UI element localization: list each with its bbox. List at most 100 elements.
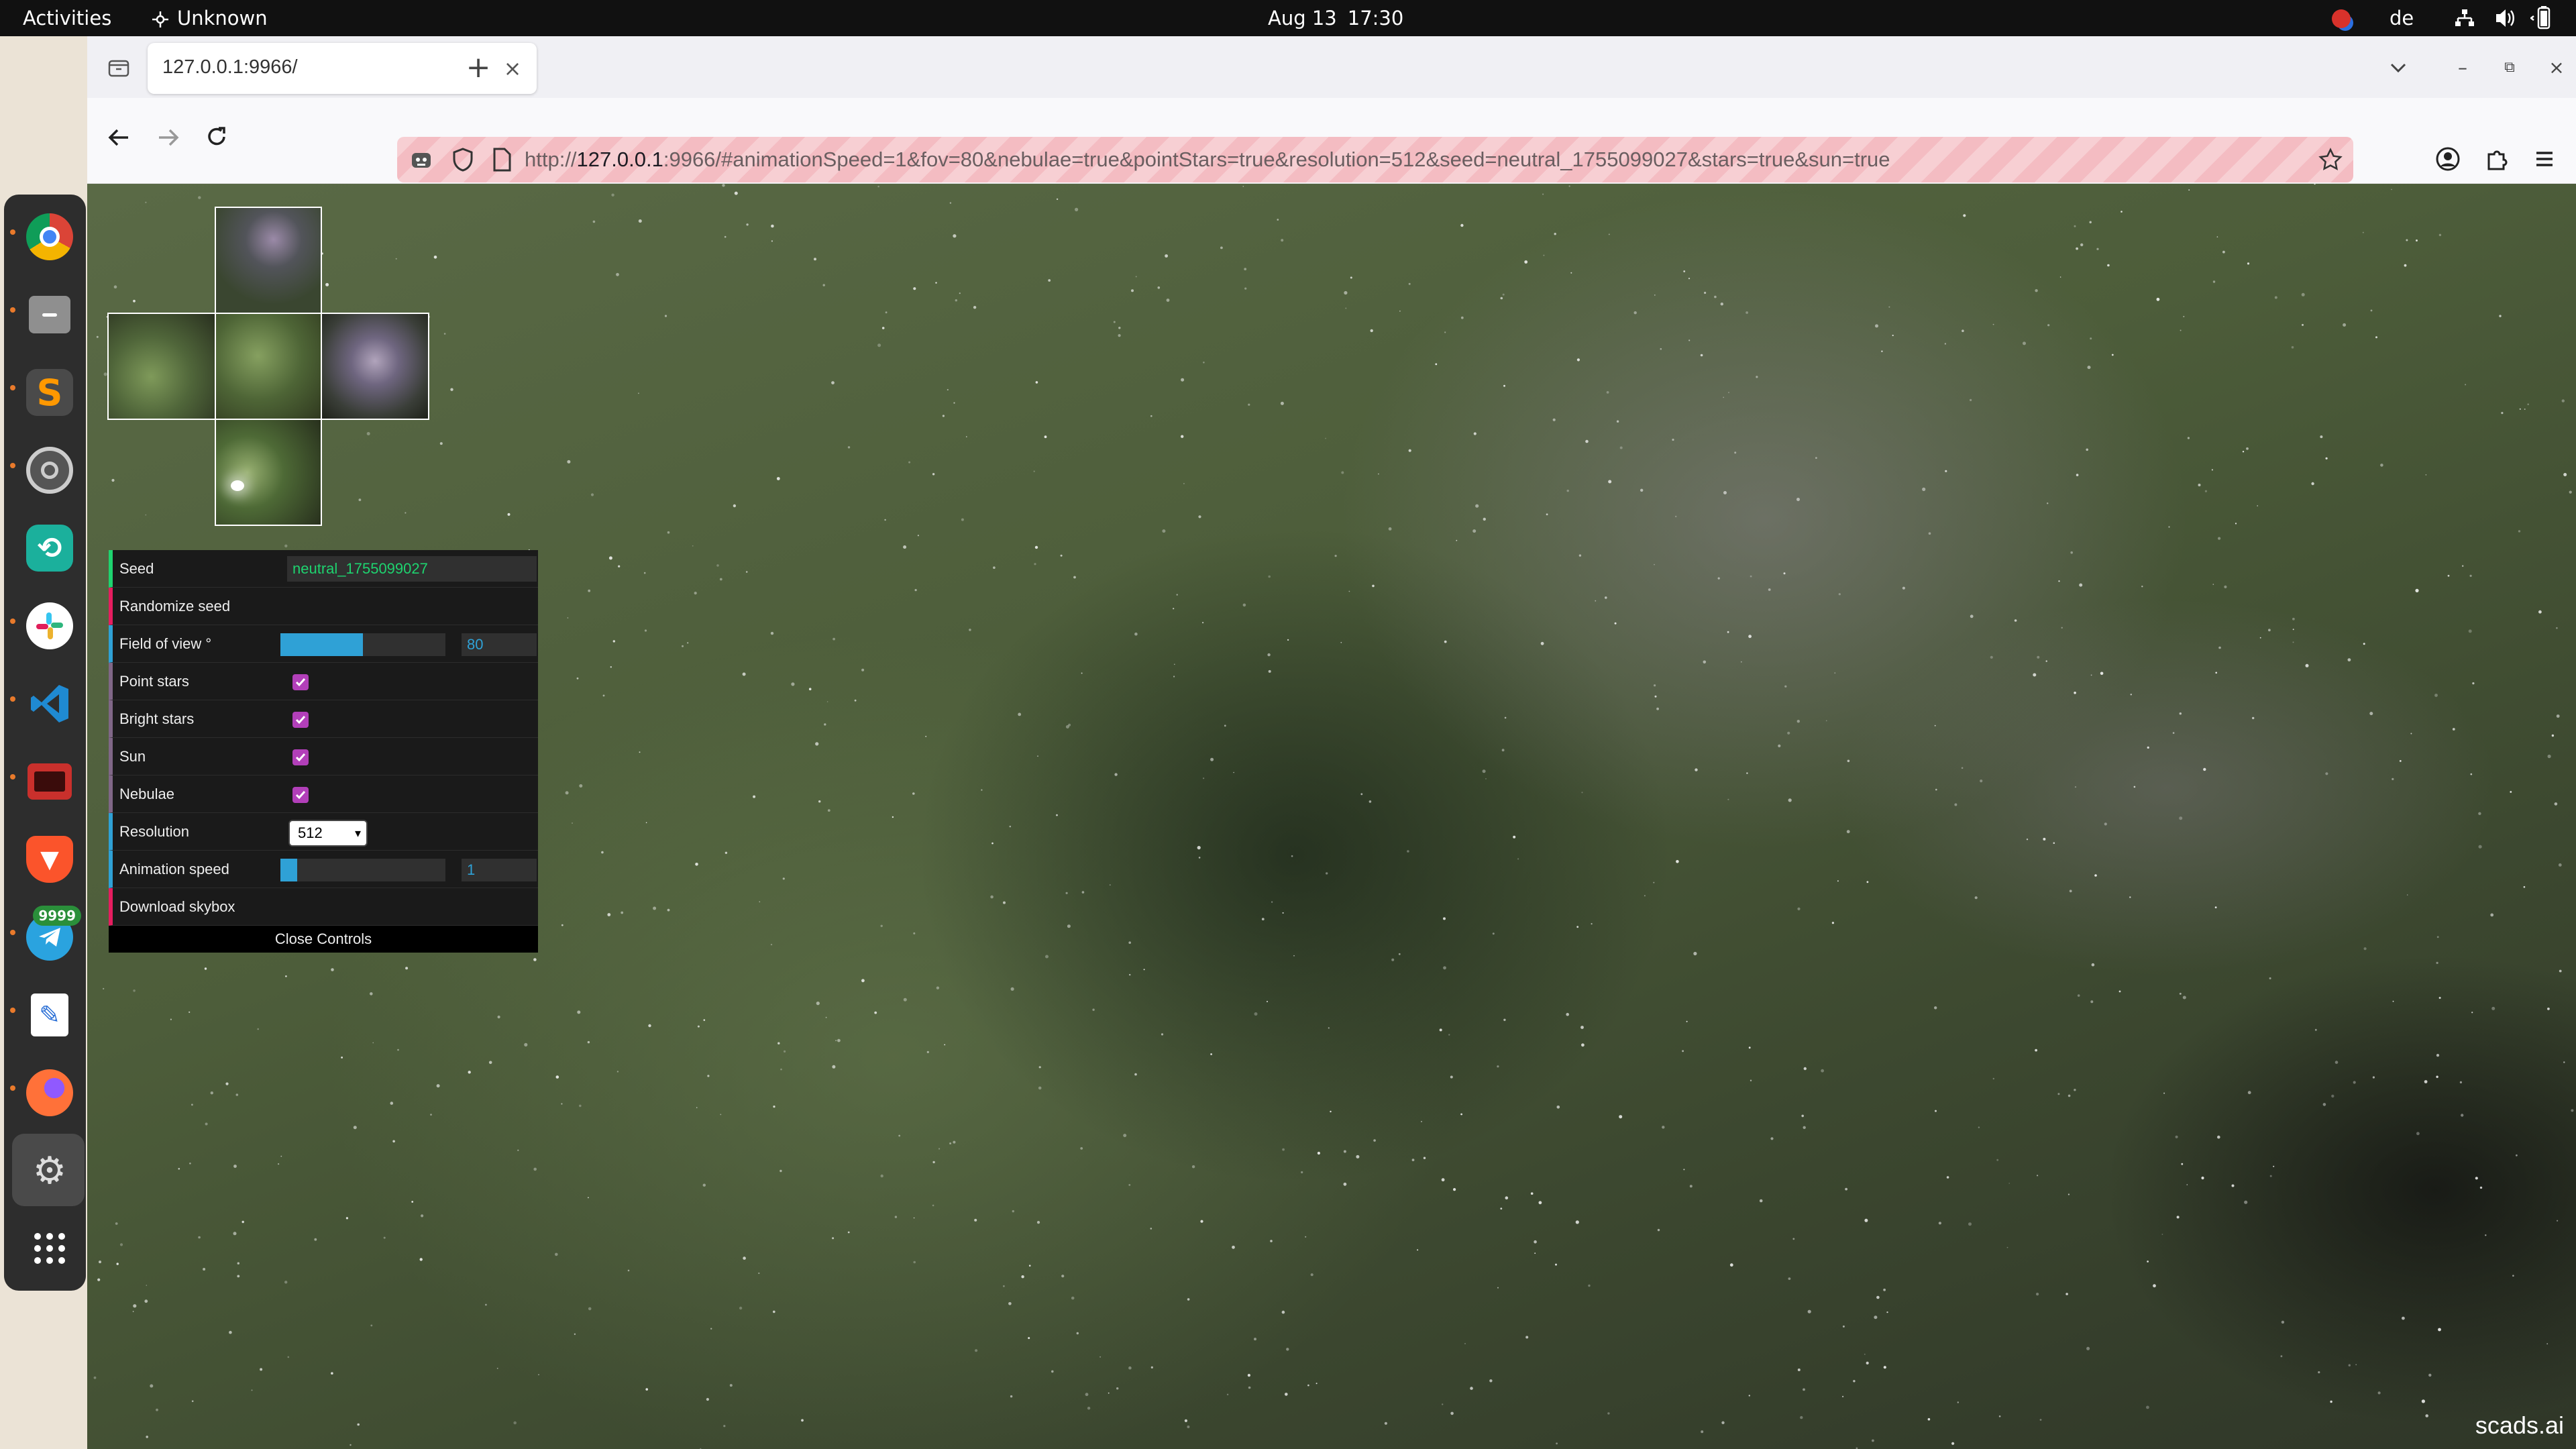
star [2353,1081,2356,1084]
star [2076,247,2079,250]
dock-text-editor[interactable]: ✎ [21,986,78,1044]
tab-close-icon[interactable]: × [498,54,527,83]
account-button[interactable] [2424,136,2471,182]
dock-chrome[interactable] [21,208,78,266]
dock-show-apps[interactable] [21,1220,78,1277]
star [1688,339,1690,341]
star [116,1263,119,1265]
star [1831,922,1834,924]
tab-overflow-chevron-icon[interactable] [2381,51,2415,85]
activities-button[interactable]: Activities [23,0,111,36]
star [981,789,983,791]
star [1267,1001,1268,1002]
star [590,493,594,496]
network-icon[interactable] [2454,0,2475,36]
star [1796,720,1800,723]
star [601,851,604,854]
minimize-button[interactable]: – [2447,52,2478,83]
tab-list-button[interactable] [103,52,134,83]
animation-speed-number-input[interactable]: 1 [462,859,537,881]
randomize-seed-button[interactable]: Randomize seed [109,588,538,625]
seed-input[interactable]: neutral_1755099027 [287,556,537,582]
star [517,1149,519,1151]
point-stars-checkbox[interactable] [292,674,309,690]
forward-button[interactable] [145,114,192,161]
dock-slack[interactable] [21,597,78,655]
download-skybox-button[interactable]: Download skybox [109,888,538,926]
star [1012,1210,1015,1213]
app-menu[interactable]: Unknown [150,0,268,36]
star [1576,926,1579,928]
star [1310,1273,1313,1277]
close-window-button[interactable]: × [2541,52,2572,83]
volume-icon[interactable] [2494,0,2516,36]
star [2571,1109,2574,1112]
settings-gear-icon: ⚙ [32,1148,67,1193]
star [707,1075,710,1077]
nebulae-checkbox[interactable] [292,787,309,803]
star [1946,1176,1949,1179]
star [372,1042,374,1044]
star [1803,1388,1805,1391]
star [1388,527,1392,531]
page-info-icon[interactable] [488,146,515,173]
dock-vscode[interactable] [21,675,78,733]
star [2273,1165,2275,1167]
star [734,191,738,195]
files-icon [29,296,70,333]
battery-icon[interactable] [2529,0,2553,36]
dock-brave[interactable]: ▼ [21,830,78,888]
star [430,1114,432,1116]
reload-button[interactable] [193,114,240,161]
star [1075,207,1079,211]
star [770,631,774,635]
star [1317,1151,1320,1155]
star [1676,860,1679,863]
star [2204,490,2207,492]
star [1581,1043,1585,1047]
fov-slider[interactable] [280,633,445,656]
address-bar[interactable]: http://127.0.0.1:9966/#animationSpeed=1&… [397,137,2353,182]
bright-stars-checkbox[interactable] [292,712,309,728]
star [1497,1065,1499,1068]
star [592,220,596,223]
star [1566,489,1569,492]
star [1287,639,1289,641]
dock-settings[interactable]: ⚙ [21,1142,78,1199]
new-tab-button[interactable]: + [462,51,495,85]
dock-sublime-text[interactable]: S [21,364,78,421]
sun-checkbox[interactable] [292,749,309,765]
star [2163,1092,2165,1094]
resolution-select[interactable]: 512 ▾ [288,820,368,847]
fov-number-input[interactable]: 80 [462,633,537,656]
star [1970,614,1974,619]
bookmark-star-icon[interactable] [2314,144,2347,176]
dock-gitkraken[interactable]: ⟲ [21,519,78,577]
dock-system-settings[interactable] [21,441,78,499]
star [93,1376,97,1379]
star [204,967,207,970]
dock-telegram[interactable]: 9999 [21,906,81,966]
animation-speed-slider[interactable] [280,859,445,881]
dock-terminal[interactable] [21,753,78,810]
maximize-button[interactable]: ⧉ [2494,52,2525,83]
download-skybox-label: Download skybox [119,898,235,915]
app-menu-button[interactable] [2521,136,2568,182]
extensions-button[interactable] [2473,136,2520,182]
close-controls-button[interactable]: Close Controls [109,926,538,953]
running-indicator [10,385,15,390]
back-button[interactable] [95,114,142,161]
tray-app-icon[interactable] [2332,9,2351,28]
star [443,333,446,335]
star [822,284,825,286]
star [2047,502,2049,504]
star [1675,515,1677,518]
dock-firefox[interactable] [21,1064,78,1122]
keyboard-layout-indicator[interactable]: de [2390,0,2414,36]
star [724,851,728,854]
clock[interactable]: Aug 13 17:30 [1268,0,1403,36]
skybox-canvas[interactable]: Seed neutral_1755099027 Randomize seed F… [87,184,2576,1449]
tracking-shield-icon[interactable] [449,146,476,173]
star [955,299,958,302]
dock-files[interactable] [21,286,78,343]
